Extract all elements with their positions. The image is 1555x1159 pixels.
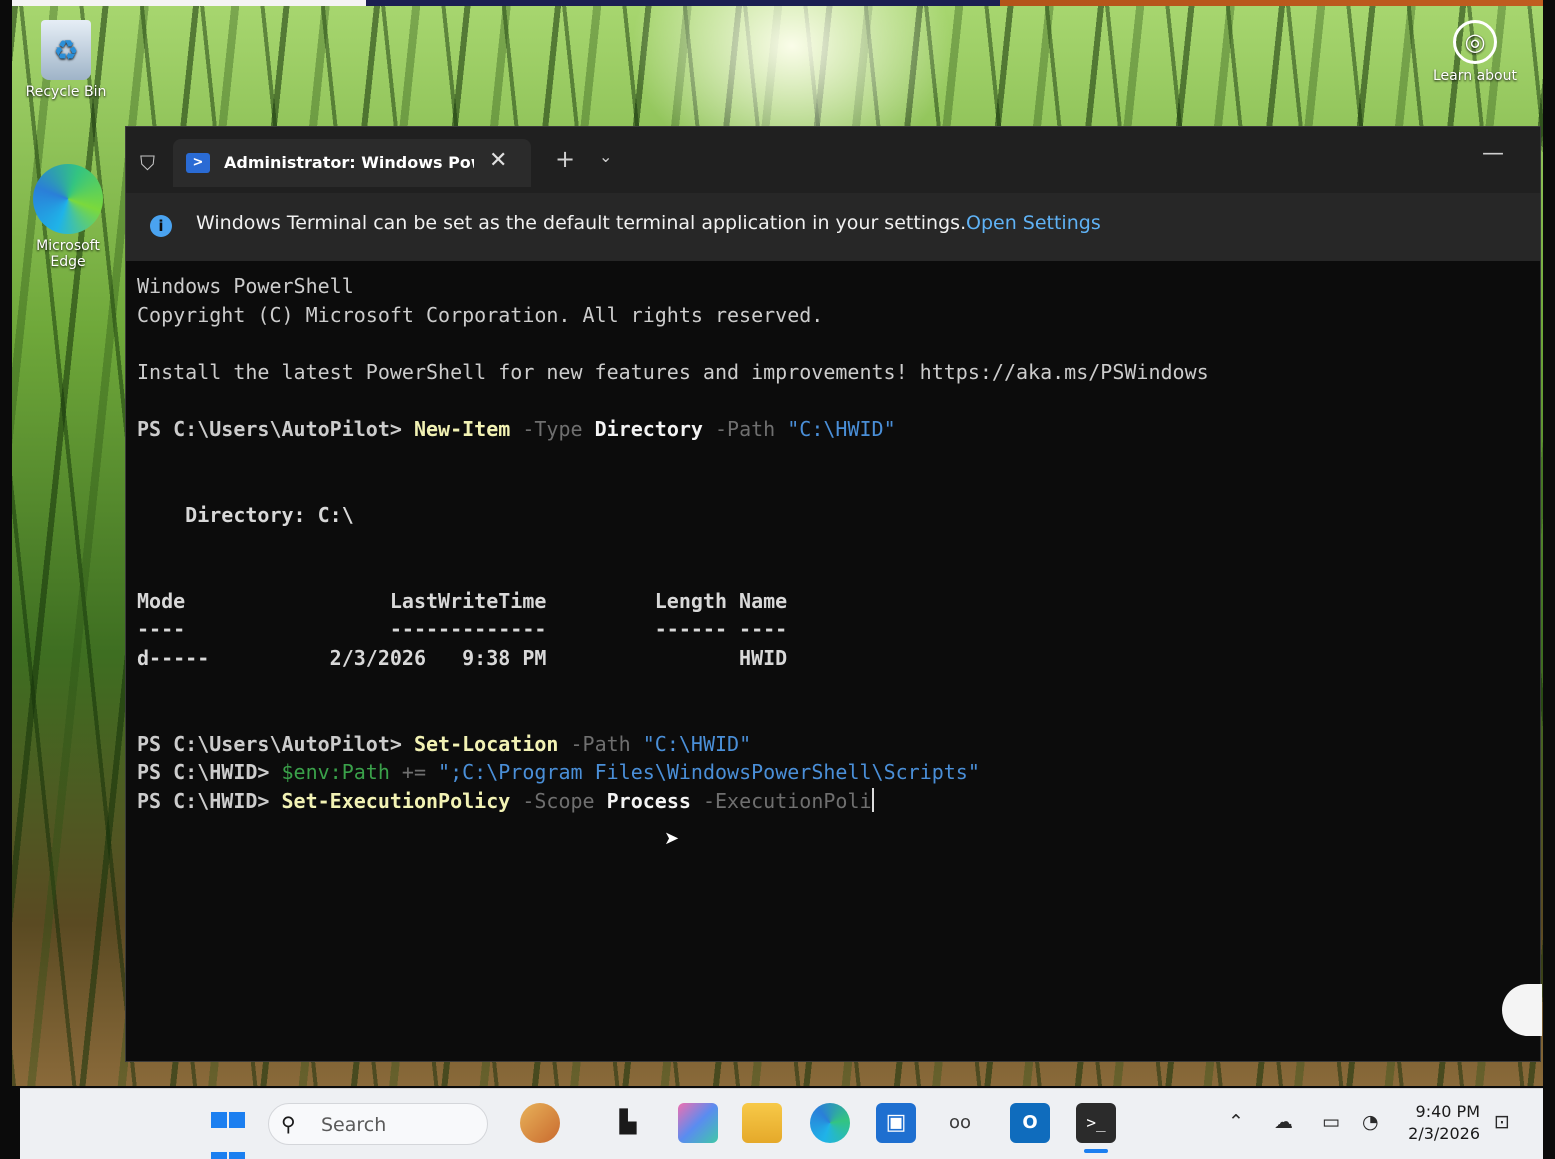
cloud-off-icon[interactable]: ☁ (1274, 1111, 1293, 1133)
info-icon: i (150, 215, 172, 237)
glasses-icon[interactable]: oo (940, 1103, 980, 1143)
taskbar: ⚲ Search ▙ ▣ oo O >_ ⌃ ☁ ▭ ◔ 9:40 PM 2/3… (20, 1088, 1543, 1159)
operator: += (389, 760, 439, 785)
notification-icon[interactable]: ⊡ (1494, 1111, 1510, 1133)
table-row: d----- 2/3/2026 9:38 PM HWID (137, 645, 788, 670)
parameter: -ExecutionPoli (690, 788, 872, 813)
prompt: PS C:\HWID> (137, 788, 282, 813)
chevron-down-icon[interactable]: ⌄ (599, 147, 612, 166)
command-line: PS C:\HWID> $env:Path += ";C:\Program Fi… (137, 758, 1527, 787)
string-literal: "C:\HWID" (642, 731, 752, 756)
clock-date: 2/3/2026 (1408, 1124, 1480, 1143)
terminal-window: ⛉ > Administrator: Windows Powe ✕ + ⌄ — … (125, 126, 1542, 1062)
paint-icon[interactable] (520, 1103, 560, 1143)
text-cursor (871, 787, 874, 812)
recycle-bin-icon (41, 20, 91, 80)
directory-label: Directory: C:\ (137, 502, 354, 527)
table-rule: ---- ------------- ------ ---- (137, 617, 788, 642)
tab-title: Administrator: Windows Powe (224, 153, 474, 172)
chevron-up-icon[interactable]: ⌃ (1228, 1111, 1244, 1133)
minimize-button[interactable]: — (1482, 141, 1504, 166)
active-app-indicator (1084, 1149, 1108, 1153)
taskbar-search[interactable]: ⚲ Search (268, 1103, 488, 1145)
console-output[interactable]: Windows PowerShell Copyright (C) Microsof… (137, 272, 1527, 1052)
info-message: Windows Terminal can be set as the defau… (196, 212, 967, 234)
windows-logo-icon (211, 1112, 227, 1128)
task-view-icon[interactable]: ▙ (608, 1103, 648, 1143)
outlook-icon[interactable]: O (1010, 1103, 1050, 1143)
string-literal: ";C:\Program Files\WindowsPowerShell\Scr… (438, 760, 980, 785)
start-button[interactable] (208, 1103, 248, 1159)
terminal-taskbar-icon[interactable]: >_ (1076, 1103, 1116, 1143)
command-line: PS C:\Users\AutoPilot> Set-Location -Pat… (137, 730, 1527, 759)
string-literal: "C:\HWID" (787, 416, 896, 441)
clock-time: 9:40 PM (1415, 1102, 1480, 1121)
parameter: -Path (558, 731, 643, 756)
banner-line: Windows PowerShell (137, 274, 354, 298)
search-placeholder: Search (321, 1114, 387, 1136)
network-icon[interactable]: ▭ (1322, 1111, 1340, 1133)
title-bar: ⛉ > Administrator: Windows Powe ✕ + ⌄ — (126, 127, 1540, 193)
argument: Process (606, 788, 691, 813)
prompt: PS C:\Users\AutoPilot> (137, 731, 414, 756)
close-icon[interactable]: ✕ (489, 148, 507, 173)
clock[interactable]: 9:40 PM 2/3/2026 (1404, 1101, 1480, 1145)
desktop-icon-learn-about[interactable]: ◎ Learn about (1415, 20, 1535, 84)
right-edge (1543, 0, 1555, 1159)
mouse-pointer-icon: ➤ (664, 828, 680, 849)
left-edge (0, 0, 12, 1159)
edge-taskbar-icon[interactable] (810, 1103, 850, 1143)
desktop-icon-edge[interactable]: Microsoft Edge (18, 164, 118, 270)
shield-icon: ⛉ (140, 151, 155, 175)
command-line-current[interactable]: PS C:\HWID> Set-ExecutionPolicy -Scope P… (137, 787, 1527, 816)
volume-icon[interactable]: ◔ (1362, 1111, 1379, 1133)
file-explorer-icon[interactable] (742, 1103, 782, 1143)
cmdlet: Set-ExecutionPolicy (281, 788, 511, 813)
screen: Recycle Bin Microsoft Edge ◎ Learn about… (0, 0, 1555, 1159)
prompt: PS C:\HWID> (137, 760, 282, 785)
powershell-icon: > (186, 153, 210, 173)
cmdlet: Set-Location (413, 731, 559, 756)
open-settings-link[interactable]: Open Settings (966, 212, 1101, 234)
variable: $env:Path (281, 760, 390, 785)
parameter: -Scope (510, 788, 607, 813)
banner-line (137, 329, 1527, 358)
camera-icon: ◎ (1453, 20, 1497, 64)
info-bar: i Windows Terminal can be set as the def… (126, 193, 1540, 261)
table-header: Mode LastWriteTime Length Name (137, 588, 788, 613)
argument: Directory (594, 416, 703, 441)
new-tab-button[interactable]: + (555, 145, 575, 173)
desktop-icon-label: Microsoft Edge (36, 238, 100, 270)
search-icon: ⚲ (281, 1112, 296, 1136)
cmdlet: New-Item (413, 416, 511, 441)
parameter: -Path (702, 416, 788, 441)
banner-line: Copyright (C) Microsoft Corporation. All… (137, 302, 824, 327)
store-icon[interactable]: ▣ (876, 1103, 916, 1143)
desktop-icon-label: Recycle Bin (25, 84, 107, 100)
parameter: -Type (510, 416, 595, 441)
desktop-icon-recycle-bin[interactable]: Recycle Bin (16, 20, 116, 100)
command-line: PS C:\Users\AutoPilot> New-Item -Type Di… (137, 415, 1527, 444)
prompt: PS C:\Users\AutoPilot> (137, 416, 414, 441)
desktop-icon-label: Learn about (1433, 68, 1517, 84)
edge-icon (33, 164, 103, 234)
tab-powershell[interactable]: > Administrator: Windows Powe ✕ (173, 139, 531, 187)
copilot-icon[interactable] (678, 1103, 718, 1143)
banner-line: Install the latest PowerShell for new fe… (137, 359, 1209, 384)
